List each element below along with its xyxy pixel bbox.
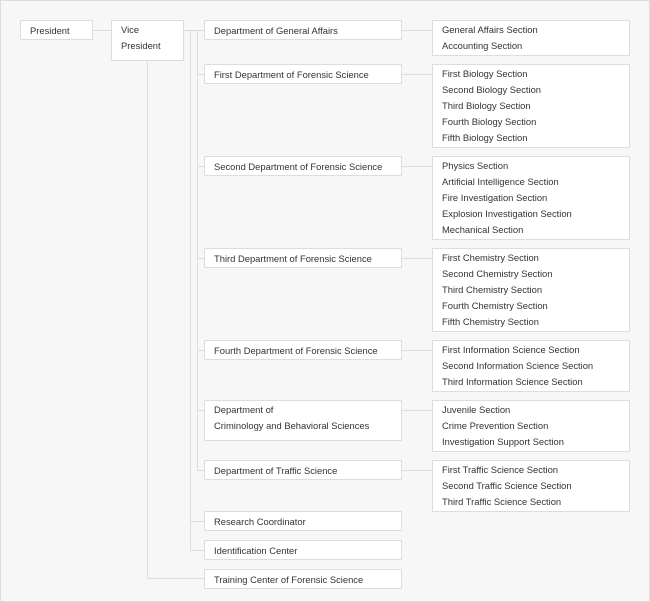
department-connector bbox=[197, 166, 204, 167]
training-center-box: Training Center of Forensic Science bbox=[204, 569, 402, 589]
department-connector bbox=[197, 350, 204, 351]
section-group-box-label: Second Traffic Science Section bbox=[442, 480, 572, 491]
section-connector bbox=[402, 258, 432, 259]
training-connector bbox=[147, 578, 204, 579]
section-group-box-label: Third Traffic Science Section bbox=[442, 496, 562, 507]
vice-president-box-label: Vice bbox=[121, 24, 140, 35]
section-group-box-label: General Affairs Section bbox=[442, 24, 538, 35]
section-group-box-label: Third Biology Section bbox=[442, 100, 531, 111]
section-connector bbox=[402, 30, 432, 31]
section-group-box-label: Investigation Support Section bbox=[442, 436, 564, 447]
section-group-box: First Chemistry Section Second Chemistry … bbox=[432, 248, 630, 332]
section-group-box-label: Explosion Investigation Section bbox=[442, 208, 572, 219]
section-group-box-label: Fourth Chemistry Section bbox=[442, 300, 548, 311]
section-group-box-label: First Chemistry Section bbox=[442, 252, 539, 263]
department-box-label: First Department of Forensic Science bbox=[214, 69, 369, 80]
section-connector bbox=[402, 74, 432, 75]
department-connector bbox=[197, 258, 204, 259]
section-group-box: Physics Section Artificial Intelligence S… bbox=[432, 156, 630, 240]
section-connector bbox=[402, 350, 432, 351]
section-group-box: First Biology Section Second Biology Sect… bbox=[432, 64, 630, 148]
section-group-box-label: Third Information Science Section bbox=[442, 376, 583, 387]
section-group-box-label: Fourth Biology Section bbox=[442, 116, 537, 127]
section-group-box-label: Fire Investigation Section bbox=[442, 192, 548, 203]
vice-president-box-label: President bbox=[121, 40, 161, 51]
departments-trunk-line bbox=[197, 30, 198, 471]
section-group-box-label: Crime Prevention Section bbox=[442, 420, 549, 431]
department-box: Fourth Department of Forensic Science bbox=[204, 340, 402, 360]
department-box-label: Second Department of Forensic Science bbox=[214, 161, 383, 172]
department-connector bbox=[197, 30, 204, 31]
department-box: Department of Criminology and Behavioral … bbox=[204, 400, 402, 441]
department-connector bbox=[197, 470, 204, 471]
department-box-label: Criminology and Behavioral Sciences bbox=[214, 420, 370, 431]
section-group-box: Juvenile Section Crime Prevention Section… bbox=[432, 400, 630, 452]
section-group-box-label: Mechanical Section bbox=[442, 224, 524, 235]
department-box: Department of Traffic Science bbox=[204, 460, 402, 480]
section-group-box-label: Fifth Biology Section bbox=[442, 132, 528, 143]
president-box-label: President bbox=[30, 25, 70, 36]
department-box-label: Department of bbox=[214, 404, 274, 415]
vice-president-box: Vice President bbox=[111, 20, 184, 61]
section-group-box: General Affairs Section Accounting Sectio… bbox=[432, 20, 630, 56]
unit-box-label: Research Coordinator bbox=[214, 516, 306, 527]
section-connector bbox=[402, 410, 432, 411]
department-box-label: Department of General Affairs bbox=[214, 25, 338, 36]
section-group-box: First Traffic Science Section Second Traf… bbox=[432, 460, 630, 512]
department-box-label: Fourth Department of Forensic Science bbox=[214, 345, 378, 356]
unit-box: Research Coordinator bbox=[204, 511, 402, 531]
unit-connector bbox=[190, 521, 204, 522]
department-box: First Department of Forensic Science bbox=[204, 64, 402, 84]
president-box: President bbox=[20, 20, 93, 40]
section-group-box-label: Artificial Intelligence Section bbox=[442, 176, 559, 187]
department-box: Department of General Affairs bbox=[204, 20, 402, 40]
section-group-box-label: First Traffic Science Section bbox=[442, 464, 559, 475]
section-group-box: First Information Science Section Second … bbox=[432, 340, 630, 392]
section-connector bbox=[402, 470, 432, 471]
section-connector bbox=[402, 166, 432, 167]
section-group-box-label: Accounting Section bbox=[442, 40, 523, 51]
section-group-box-label: Physics Section bbox=[442, 160, 509, 171]
vp-to-training-line bbox=[147, 60, 148, 579]
department-box-label: Department of Traffic Science bbox=[214, 465, 338, 476]
unit-box-label: Identification Center bbox=[214, 545, 298, 556]
department-box: Third Department of Forensic Science bbox=[204, 248, 402, 268]
section-group-box-label: First Information Science Section bbox=[442, 344, 580, 355]
president-to-vp-line bbox=[92, 30, 111, 31]
section-group-box-label: Juvenile Section bbox=[442, 404, 511, 415]
department-connector bbox=[197, 74, 204, 75]
department-connector bbox=[197, 410, 204, 411]
unit-connector bbox=[190, 550, 204, 551]
section-group-box-label: Second Biology Section bbox=[442, 84, 542, 95]
section-group-box-label: Second Information Science Section bbox=[442, 360, 594, 371]
department-box-label: Third Department of Forensic Science bbox=[214, 253, 372, 264]
section-group-box-label: Second Chemistry Section bbox=[442, 268, 553, 279]
section-group-box-label: First Biology Section bbox=[442, 68, 528, 79]
unit-box: Identification Center bbox=[204, 540, 402, 560]
section-group-box-label: Fifth Chemistry Section bbox=[442, 316, 539, 327]
units-trunk-line bbox=[190, 30, 191, 551]
section-group-box-label: Third Chemistry Section bbox=[442, 284, 543, 295]
department-box: Second Department of Forensic Science bbox=[204, 156, 402, 176]
training-center-box-label: Training Center of Forensic Science bbox=[214, 574, 364, 585]
